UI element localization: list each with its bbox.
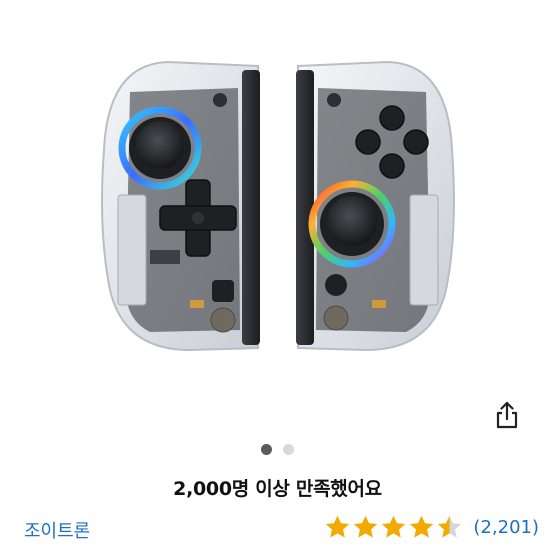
product-image[interactable] <box>0 0 555 390</box>
gallery-dot[interactable] <box>283 444 294 455</box>
left-controller <box>101 60 260 352</box>
star-rating <box>324 514 463 541</box>
star-icon <box>382 515 406 538</box>
right-controller <box>296 60 455 352</box>
review-count: (2,201) <box>473 517 539 538</box>
gallery-dot[interactable] <box>261 444 272 455</box>
brand-link[interactable]: 조이트론 <box>24 517 90 543</box>
star-icon <box>354 515 378 538</box>
star-icon <box>410 515 434 538</box>
star-icon <box>326 515 350 538</box>
share-button[interactable] <box>490 398 524 432</box>
satisfaction-summary: 2,000명 이상 만족했어요 <box>173 478 382 500</box>
star-icon <box>438 515 462 538</box>
gallery-pagination <box>0 444 555 455</box>
share-icon <box>496 401 518 429</box>
rating-summary[interactable]: (2,201) <box>324 514 539 541</box>
